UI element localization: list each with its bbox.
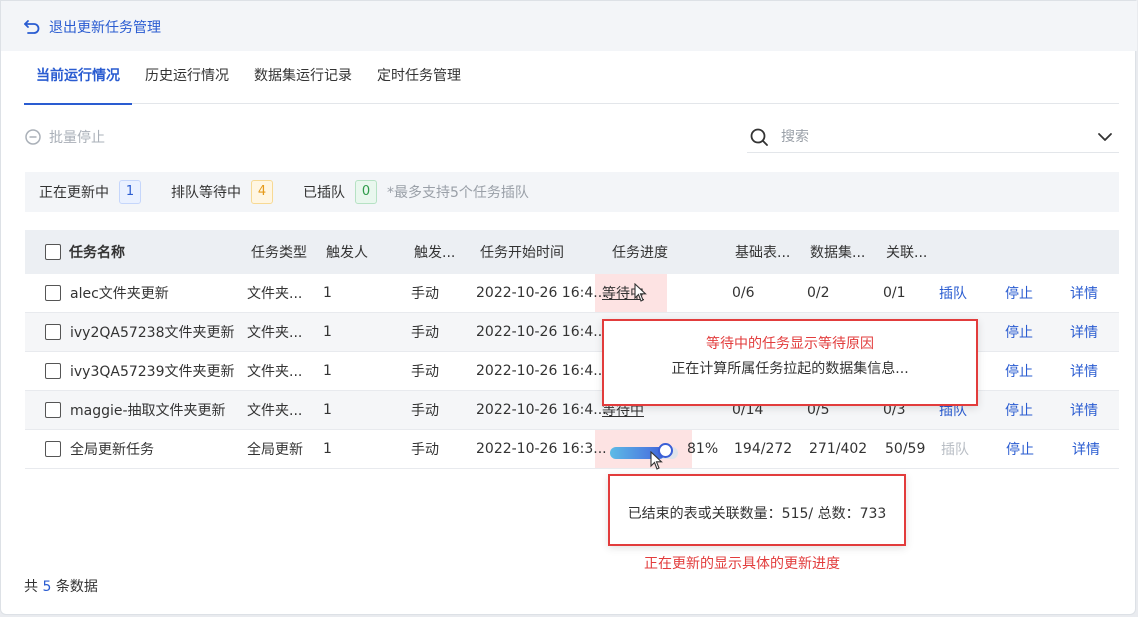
queued-count-badge: 4 [251,180,273,204]
mouse-pointer-icon [650,451,663,470]
row-checkbox[interactable] [45,402,61,418]
base-table-count: 0/6 [732,285,755,301]
row-checkbox[interactable] [45,285,61,301]
batch-stop-button[interactable]: 批量停止 [25,127,105,147]
annotation-caption: 正在更新的显示具体的更新进度 [644,556,840,572]
header-relation: 关联... [886,245,928,261]
queued-label: 排队等待中 [171,185,241,201]
minus-circle-icon [25,129,41,145]
detail-link[interactable]: 详情 [1070,274,1098,312]
detail-link[interactable]: 详情 [1070,313,1098,351]
trigger-user: 1 [323,285,332,301]
tab-current-running[interactable]: 当前运行情况 [24,51,132,105]
header-trigger-user: 触发人 [326,245,368,261]
progress-percent: 81% [687,441,719,457]
back-arrow-icon [24,20,40,34]
stop-link[interactable]: 停止 [1005,313,1033,351]
top-bar: 退出更新任务管理 [1,1,1137,51]
select-all-checkbox[interactable] [45,244,61,260]
trigger-user: 1 [323,363,332,379]
task-name: maggie-抽取文件夹更新 [70,403,226,419]
insert-queue-link[interactable]: 插队 [939,274,967,312]
dataset-count: 0/2 [807,285,830,301]
waiting-tooltip-title: 等待中的任务显示等待原因 [706,336,874,352]
table-row: 全局更新任务 全局更新 1 手动 2022-10-26 16:3... 81% … [25,430,1119,470]
inserted-count-badge: 0 [355,180,377,204]
relation-count: 0/1 [883,285,906,301]
stop-link[interactable]: 停止 [1006,430,1034,468]
stop-link[interactable]: 停止 [1005,274,1033,312]
task-type: 全局更新 [247,442,303,458]
record-count: 共 5 条数据 [24,576,98,596]
insert-limit-note: *最多支持5个任务插队 [387,185,529,201]
header-base-table: 基础表... [735,245,791,261]
chevron-down-icon[interactable] [1097,129,1113,145]
row-checkbox[interactable] [45,441,61,457]
progress-tooltip-body: 已结束的表或关联数量：515/ 总数：733 [627,506,887,522]
stop-link[interactable]: 停止 [1005,352,1033,390]
start-time: 2022-10-26 16:4... [476,363,607,379]
mouse-pointer-icon [634,283,647,302]
relation-count: 50/59 [885,441,926,457]
batch-stop-label: 批量停止 [49,130,105,146]
trigger-mode: 手动 [411,325,439,341]
search-icon [750,128,768,146]
start-time: 2022-10-26 16:4... [476,285,607,301]
table-row: alec文件夹更新 文件夹... 1 手动 2022-10-26 16:4...… [25,274,1119,313]
waiting-tooltip-body: 正在计算所属任务拉起的数据集信息... [671,361,909,377]
base-table-count: 194/272 [734,441,793,457]
row-checkbox[interactable] [45,363,61,379]
exit-task-manager-label: 退出更新任务管理 [49,20,161,36]
header-dataset: 数据集... [810,245,866,261]
status-summary: 正在更新中 1 排队等待中 4 已插队 0 *最多支持5个任务插队 [25,172,1119,212]
task-name: ivy2QA57238文件夹更新 [70,325,235,341]
record-count-prefix: 共 [24,579,38,595]
insert-queue-link[interactable]: 插队 [941,430,969,468]
updating-label: 正在更新中 [39,185,109,201]
search-input[interactable] [781,128,1081,145]
table-header: 任务名称 任务类型 触发人 触发... 任务开始时间 任务进度 基础表... 数… [25,230,1119,274]
start-time: 2022-10-26 16:4... [476,324,607,340]
trigger-user: 1 [323,402,332,418]
header-task-name: 任务名称 [69,245,125,261]
start-time: 2022-10-26 16:3... [476,441,607,457]
progress-detail-tooltip: 已结束的表或关联数量：515/ 总数：733 [608,474,906,546]
detail-link[interactable]: 详情 [1070,352,1098,390]
task-name: ivy3QA57239文件夹更新 [70,364,235,380]
trigger-user: 1 [323,441,332,457]
header-start-time: 任务开始时间 [480,245,564,261]
task-name: alec文件夹更新 [70,286,169,302]
header-trigger-mode: 触发... [414,245,456,261]
task-type: 文件夹... [247,403,303,419]
exit-task-manager-link[interactable]: 退出更新任务管理 [23,17,161,37]
record-count-suffix: 条数据 [55,579,98,595]
record-count-number: 5 [42,579,52,595]
header-progress: 任务进度 [612,245,668,261]
search-box [747,121,1119,153]
trigger-mode: 手动 [411,403,439,419]
dataset-count: 271/402 [809,441,868,457]
row-checkbox[interactable] [45,324,61,340]
trigger-user: 1 [323,324,332,340]
waiting-reason-tooltip: 等待中的任务显示等待原因 正在计算所属任务拉起的数据集信息... [602,319,978,406]
task-type: 文件夹... [247,286,303,302]
trigger-mode: 手动 [411,286,439,302]
stop-link[interactable]: 停止 [1005,391,1033,429]
tab-dataset-records[interactable]: 数据集运行记录 [254,51,352,104]
detail-link[interactable]: 详情 [1070,391,1098,429]
header-task-type: 任务类型 [251,245,307,261]
task-type: 文件夹... [247,325,303,341]
start-time: 2022-10-26 16:4... [476,402,607,418]
task-manager-panel: 退出更新任务管理 当前运行情况 历史运行情况 数据集运行记录 定时任务管理 批量… [0,0,1137,615]
detail-link[interactable]: 详情 [1072,430,1100,468]
trigger-mode: 手动 [411,442,439,458]
task-type: 文件夹... [247,364,303,380]
tab-scheduled-tasks[interactable]: 定时任务管理 [377,51,461,104]
trigger-mode: 手动 [411,364,439,380]
updating-count-badge: 1 [119,180,141,204]
inserted-label: 已插队 [303,185,345,201]
task-name: 全局更新任务 [70,442,154,458]
tab-bar: 当前运行情况 历史运行情况 数据集运行记录 定时任务管理 [24,51,1119,105]
tab-history-running[interactable]: 历史运行情况 [145,51,229,104]
